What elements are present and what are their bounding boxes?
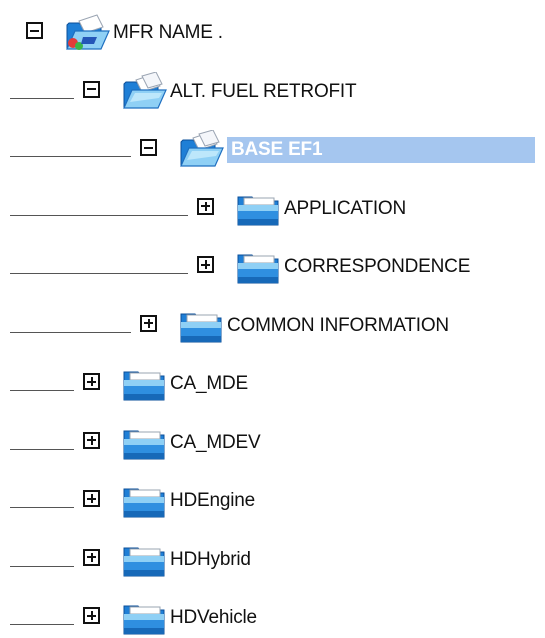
expand-icon[interactable] bbox=[197, 197, 214, 215]
expand-icon[interactable] bbox=[83, 548, 100, 566]
tree-node[interactable]: HDVehicle bbox=[0, 594, 545, 638]
tree-connector-line bbox=[10, 565, 74, 567]
folder-tree: MFR NAME . ALT. FUEL RETROFIT BASE EF1 APPL… bbox=[0, 0, 545, 636]
open-folder-icon[interactable] bbox=[120, 71, 168, 112]
tree-connector-line bbox=[10, 97, 74, 99]
tree-node-label[interactable]: CA_MDE bbox=[170, 371, 248, 397]
closed-folder-icon[interactable] bbox=[177, 306, 225, 346]
expand-icon[interactable] bbox=[197, 256, 214, 273]
expand-icon[interactable] bbox=[83, 373, 100, 390]
tree-node-label[interactable]: HDEngine bbox=[170, 488, 255, 514]
closed-folder-icon[interactable] bbox=[120, 598, 168, 638]
tree-connector-line bbox=[10, 156, 131, 157]
tree-node[interactable]: HDEngine bbox=[0, 477, 545, 521]
tree-node[interactable]: CORRESPONDENCE bbox=[0, 243, 545, 287]
tree-connector-line bbox=[10, 273, 188, 274]
tree-node-label[interactable]: CORRESPONDENCE bbox=[284, 254, 470, 280]
tree-node[interactable]: BASE EF1 bbox=[0, 126, 545, 170]
tree-node-label[interactable]: HDHybrid bbox=[170, 547, 251, 573]
open-folder-icon[interactable] bbox=[177, 130, 225, 170]
tree-connector-line bbox=[10, 624, 74, 625]
closed-folder-icon[interactable] bbox=[120, 481, 168, 521]
open-folder-root-icon[interactable] bbox=[63, 13, 111, 53]
tree-node[interactable]: CA_MDE bbox=[0, 360, 545, 404]
tree-node[interactable]: CA_MDEV bbox=[0, 419, 545, 463]
tree-node-label[interactable]: CA_MDEV bbox=[170, 430, 261, 456]
expand-icon[interactable] bbox=[83, 490, 100, 507]
collapse-icon[interactable] bbox=[83, 80, 100, 98]
tree-connector-line bbox=[10, 507, 74, 508]
tree-node-label[interactable]: ALT. FUEL RETROFIT bbox=[170, 79, 357, 105]
closed-folder-icon[interactable] bbox=[120, 540, 168, 580]
closed-folder-icon[interactable] bbox=[234, 247, 282, 287]
tree-connector-line bbox=[10, 331, 131, 333]
expand-icon[interactable] bbox=[140, 314, 157, 332]
tree-node-label[interactable]: HDVehicle bbox=[170, 605, 257, 631]
tree-node[interactable]: MFR NAME . bbox=[0, 9, 545, 53]
expand-icon[interactable] bbox=[83, 607, 100, 624]
closed-folder-icon[interactable] bbox=[120, 364, 168, 404]
tree-node[interactable]: ALT. FUEL RETROFIT bbox=[0, 68, 545, 112]
tree-node[interactable]: HDHybrid bbox=[0, 536, 545, 580]
tree-connector-line bbox=[10, 448, 74, 450]
tree-node[interactable]: APPLICATION bbox=[0, 185, 545, 229]
tree-node-label[interactable]: APPLICATION bbox=[284, 196, 406, 222]
expand-icon[interactable] bbox=[83, 431, 100, 449]
tree-connector-line bbox=[10, 390, 74, 391]
tree-node-label[interactable]: MFR NAME . bbox=[113, 20, 223, 46]
tree-node-label[interactable]: BASE EF1 bbox=[227, 137, 535, 163]
tree-connector-line bbox=[10, 214, 188, 216]
closed-folder-icon[interactable] bbox=[120, 423, 168, 463]
closed-folder-icon[interactable] bbox=[234, 189, 282, 229]
tree-node[interactable]: COMMON INFORMATION bbox=[0, 302, 545, 346]
collapse-icon[interactable] bbox=[140, 139, 157, 156]
collapse-icon[interactable] bbox=[26, 22, 43, 39]
tree-node-label[interactable]: COMMON INFORMATION bbox=[227, 313, 449, 339]
